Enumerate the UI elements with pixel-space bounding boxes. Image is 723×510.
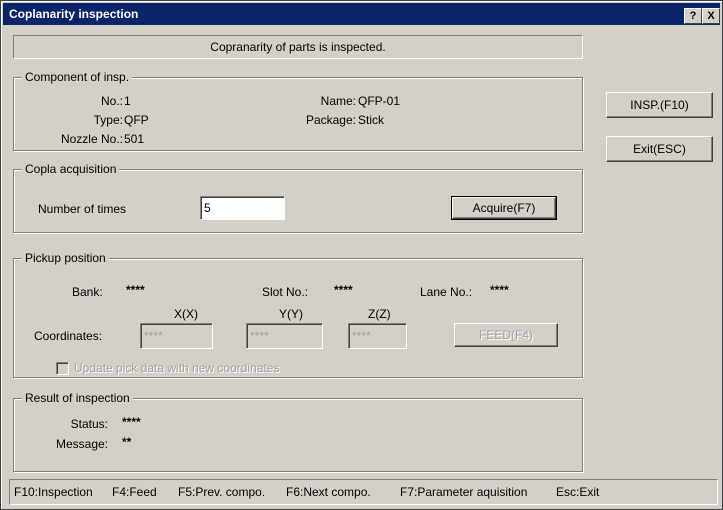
x-coordinate-input[interactable] [140, 323, 213, 349]
x-coordinate-header: X(X) [174, 307, 198, 321]
nozzle-no-label: Nozzle No.: [60, 132, 123, 146]
statusbar-item-prev-compo: F5:Prev. compo. [178, 485, 266, 499]
nozzle-no-value: 501 [124, 132, 145, 146]
window-title: Coplanarity inspection [9, 7, 139, 21]
acquisition-group: Copla acquisition Number of times Acquir… [13, 162, 583, 233]
z-coordinate-input[interactable] [348, 323, 407, 349]
package-value: Stick [358, 113, 385, 127]
number-of-times-input[interactable] [200, 196, 285, 220]
component-group-title: Component of insp. [22, 70, 133, 84]
bank-label: Bank: [72, 285, 103, 299]
result-group: Result of inspection Status: **** Messag… [13, 391, 583, 472]
component-group: Component of insp. No.: 1 Type: QFP Nozz… [13, 70, 583, 151]
component-no-value: 1 [124, 94, 131, 108]
y-coordinate-header: Y(Y) [279, 307, 303, 321]
pickup-group: Pickup position Bank: **** Slot No.: ***… [13, 251, 583, 378]
feed-button[interactable]: FEED(F4) [454, 323, 558, 347]
result-group-title: Result of inspection [22, 391, 133, 405]
message-value: ** [122, 435, 132, 449]
message-label: Message: [55, 437, 108, 451]
slot-no-label: Slot No.: [262, 285, 309, 299]
update-pick-data-label: Update pick data with new coordinates [74, 361, 280, 375]
component-name-value: QFP-01 [358, 94, 401, 108]
package-label: Package: [305, 113, 356, 127]
component-type-value: QFP [124, 113, 149, 127]
slot-no-value: **** [334, 283, 353, 297]
inspect-button[interactable]: INSP.(F10) [606, 92, 713, 118]
exit-button[interactable]: Exit(ESC) [606, 136, 713, 162]
dialog-window: Coplanarity inspection ? X Copranarity o… [0, 0, 723, 510]
statusbar-item-parameter-acquisition: F7:Parameter aquisition [400, 485, 528, 499]
statusbar-item-next-compo: F6:Next compo. [286, 485, 371, 499]
statusbar-item-feed: F4:Feed [112, 485, 157, 499]
title-bar[interactable]: Coplanarity inspection ? X [3, 3, 720, 25]
component-no-label: No.: [100, 94, 123, 108]
coordinates-label: Coordinates: [34, 329, 103, 343]
statusbar-item-exit: Esc:Exit [556, 485, 600, 499]
number-of-times-label: Number of times [38, 202, 127, 216]
lane-no-label: Lane No.: [420, 285, 473, 299]
help-button[interactable]: ? [684, 8, 702, 24]
pickup-group-title: Pickup position [22, 251, 109, 265]
lane-no-value: **** [490, 283, 509, 297]
bank-value: **** [126, 283, 145, 297]
status-value: **** [122, 415, 141, 429]
component-name-label: Name: [320, 94, 356, 108]
close-button[interactable]: X [702, 8, 720, 24]
status-label: Status: [70, 417, 108, 431]
y-coordinate-input[interactable] [246, 323, 323, 349]
z-coordinate-header: Z(Z) [368, 307, 391, 321]
description-banner: Copranarity of parts is inspected. [13, 35, 583, 59]
function-key-bar: F10:Inspection F4:Feed F5:Prev. compo. F… [9, 479, 718, 505]
statusbar-item-inspection: F10:Inspection [14, 485, 93, 499]
update-pick-data-checkbox[interactable] [56, 362, 69, 375]
acquire-button[interactable]: Acquire(F7) [451, 196, 557, 220]
component-type-label: Type: [93, 113, 123, 127]
acquisition-group-title: Copla acquisition [22, 162, 120, 176]
